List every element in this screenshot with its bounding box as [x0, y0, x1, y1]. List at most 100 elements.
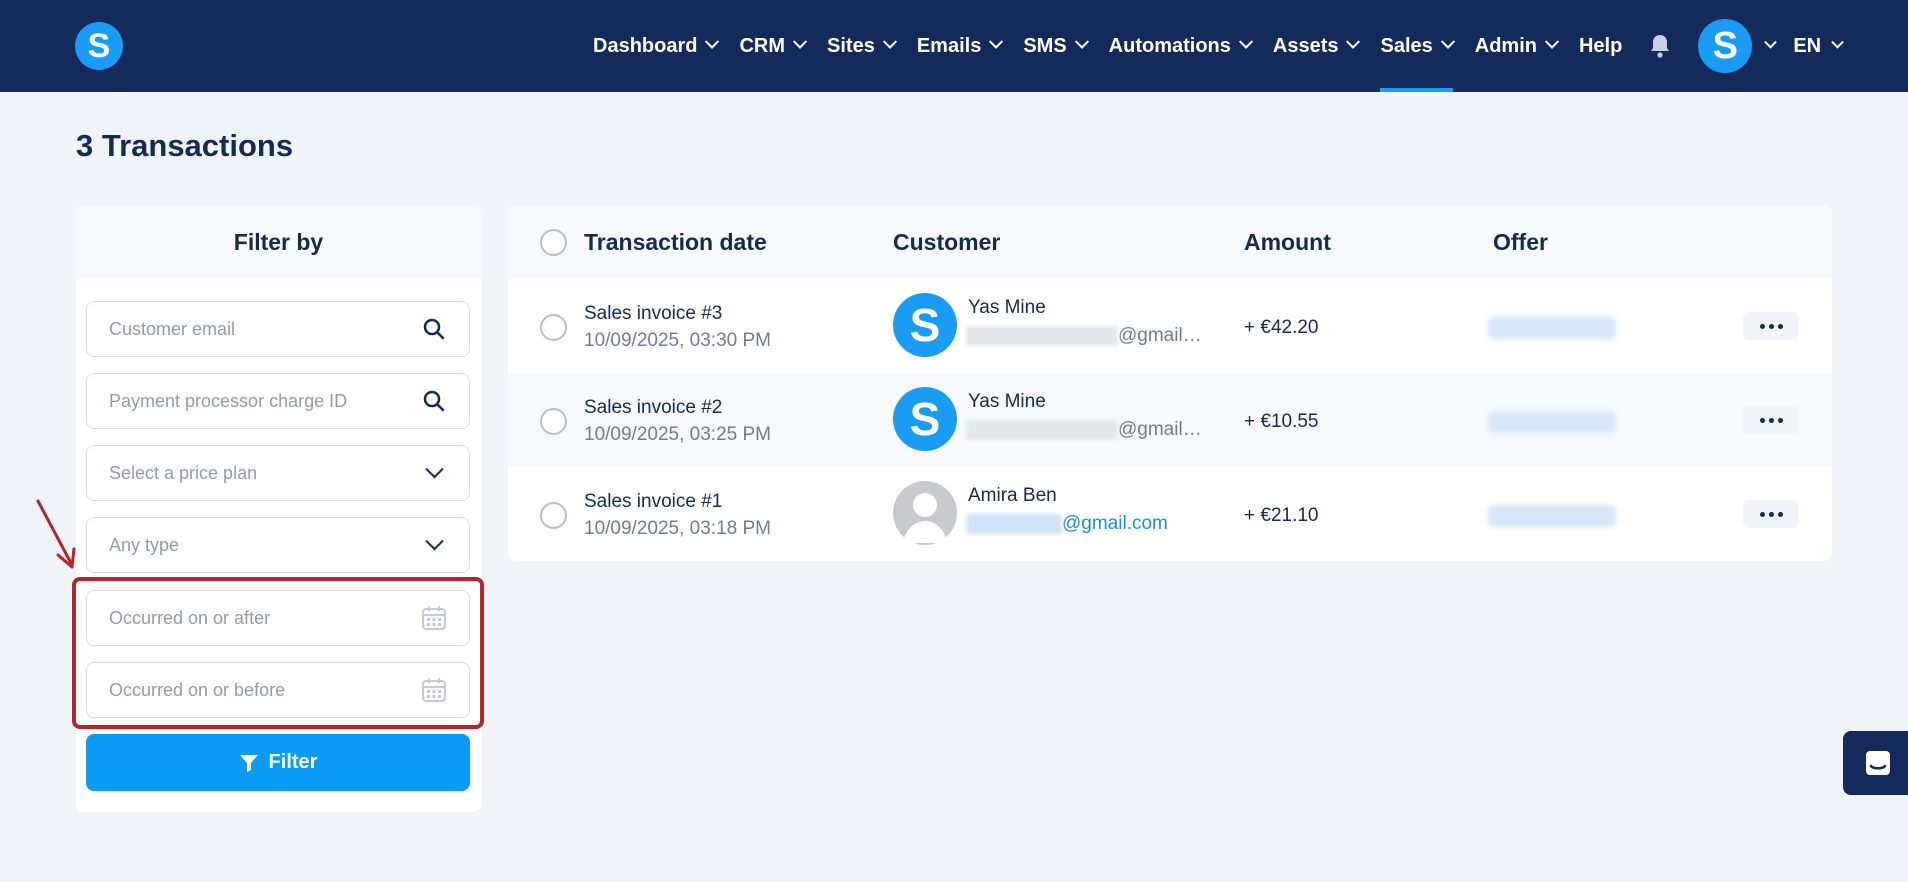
nav-item-dashboard[interactable]: Dashboard	[593, 0, 720, 92]
type-select[interactable]: Any type	[86, 517, 470, 573]
avatar: S	[1698, 19, 1753, 73]
avatar: S	[893, 293, 957, 357]
email-domain: @gmail.com	[1062, 513, 1168, 534]
chevron-down-icon	[1074, 34, 1089, 49]
redacted-email	[966, 514, 1062, 534]
email-domain: @gmail…	[1118, 419, 1202, 440]
filter-heading: Filter by	[76, 205, 481, 279]
filter-icon	[239, 754, 258, 772]
nav-item-sites[interactable]: Sites	[827, 0, 897, 92]
table-row[interactable]: Sales invoice #3 10/09/2025, 03:30 PM S …	[508, 279, 1832, 373]
redacted-email	[966, 420, 1118, 440]
charge-id-input[interactable]: Payment processor charge ID	[86, 373, 470, 429]
top-navbar: S Dashboard CRM Sites Emails SMS Automat…	[0, 0, 1908, 92]
filter-button[interactable]: Filter	[86, 734, 470, 791]
customer-name[interactable]: Yas Mine	[968, 391, 1046, 413]
redacted-email	[966, 326, 1118, 346]
language-label: EN	[1793, 34, 1822, 57]
email-domain: @gmail…	[1118, 325, 1202, 346]
nav-item-sales[interactable]: Sales	[1380, 0, 1455, 92]
customer-email-placeholder: Customer email	[109, 318, 236, 339]
nav-item-emails[interactable]: Emails	[916, 0, 1004, 92]
transaction-date: 10/09/2025, 03:25 PM	[584, 424, 771, 445]
chevron-down-icon	[1440, 34, 1455, 49]
nav-label: Admin	[1474, 34, 1537, 57]
nav-label: Emails	[916, 34, 982, 57]
price-plan-select[interactable]: Select a price plan	[86, 445, 470, 501]
highlight-box	[72, 577, 484, 729]
amount: + €42.20	[1244, 317, 1319, 338]
invoice-title[interactable]: Sales invoice #1	[584, 491, 722, 513]
type-placeholder: Any type	[109, 534, 180, 555]
offer-redacted	[1488, 411, 1616, 433]
nav-item-automations[interactable]: Automations	[1108, 0, 1253, 92]
select-all-radio[interactable]	[540, 229, 567, 256]
chevron-down-icon	[1346, 34, 1361, 49]
row-select-radio[interactable]	[540, 502, 567, 529]
chevron-down-icon	[1831, 35, 1844, 49]
chevron-down-icon	[1764, 35, 1778, 49]
row-select-radio[interactable]	[540, 408, 567, 435]
chevron-down-icon	[989, 34, 1004, 49]
nav-item-sms[interactable]: SMS	[1023, 0, 1089, 92]
nav-label: Dashboard	[593, 34, 698, 57]
filter-button-label: Filter	[268, 751, 318, 773]
chevron-down-icon	[705, 34, 720, 49]
page-title: 3 Transactions	[76, 128, 294, 163]
customer-email: @gmail…	[966, 419, 1202, 441]
nav-label: Help	[1578, 34, 1623, 57]
chat-widget-button[interactable]	[1843, 731, 1908, 795]
amount: + €21.10	[1244, 505, 1319, 526]
table-row[interactable]: Sales invoice #1 10/09/2025, 03:18 PM Am…	[508, 467, 1832, 561]
nav-label: Sites	[827, 34, 875, 57]
main-nav: Dashboard CRM Sites Emails SMS Automatio…	[593, 0, 1844, 92]
customer-email-input[interactable]: Customer email	[86, 301, 470, 357]
nav-item-help[interactable]: Help	[1579, 0, 1622, 92]
more-options-button[interactable]	[1743, 406, 1799, 434]
nav-label: Sales	[1380, 34, 1433, 57]
header-offer: Offer	[1493, 229, 1548, 255]
offer-redacted	[1488, 317, 1616, 339]
transaction-date: 10/09/2025, 03:30 PM	[584, 330, 771, 351]
invoice-title[interactable]: Sales invoice #2	[584, 397, 722, 419]
nav-label: Assets	[1272, 34, 1339, 57]
app-logo[interactable]: S	[75, 22, 123, 70]
offer-redacted	[1488, 505, 1616, 527]
transaction-date: 10/09/2025, 03:18 PM	[584, 518, 771, 539]
customer-name[interactable]: Amira Ben	[968, 485, 1057, 507]
chevron-down-icon	[792, 34, 808, 49]
nav-label: SMS	[1023, 34, 1067, 57]
person-icon	[903, 493, 947, 543]
annotation-arrow-icon	[36, 499, 76, 569]
nav-label: CRM	[739, 34, 786, 57]
nav-item-assets[interactable]: Assets	[1272, 0, 1361, 92]
chevron-down-icon	[1238, 34, 1253, 49]
customer-email: @gmail…	[966, 325, 1202, 347]
table-row[interactable]: Sales invoice #2 10/09/2025, 03:25 PM S …	[508, 373, 1832, 467]
more-options-button[interactable]	[1743, 500, 1799, 528]
nav-label: Automations	[1108, 34, 1231, 57]
language-selector[interactable]: EN	[1793, 34, 1844, 58]
nav-item-crm[interactable]: CRM	[739, 0, 808, 92]
chevron-down-icon	[882, 34, 897, 49]
amount: + €10.55	[1244, 411, 1319, 432]
search-icon[interactable]	[421, 388, 447, 414]
avatar: S	[893, 387, 957, 451]
table-header: Transaction date Customer Amount Offer	[508, 205, 1832, 279]
more-options-button[interactable]	[1743, 312, 1799, 340]
transactions-table: Transaction date Customer Amount Offer S…	[508, 205, 1832, 561]
row-select-radio[interactable]	[540, 314, 567, 341]
customer-email[interactable]: @gmail.com	[966, 513, 1168, 535]
search-icon[interactable]	[421, 316, 447, 342]
price-plan-placeholder: Select a price plan	[109, 462, 258, 483]
invoice-title[interactable]: Sales invoice #3	[584, 303, 722, 325]
chevron-down-icon	[421, 531, 447, 558]
header-amount: Amount	[1244, 229, 1331, 255]
customer-name[interactable]: Yas Mine	[968, 297, 1046, 319]
nav-item-admin[interactable]: Admin	[1474, 0, 1560, 92]
bell-icon[interactable]	[1648, 34, 1672, 58]
avatar	[893, 481, 957, 545]
user-menu[interactable]: S	[1698, 19, 1778, 73]
chevron-down-icon	[421, 459, 447, 486]
chat-icon	[1866, 751, 1890, 775]
